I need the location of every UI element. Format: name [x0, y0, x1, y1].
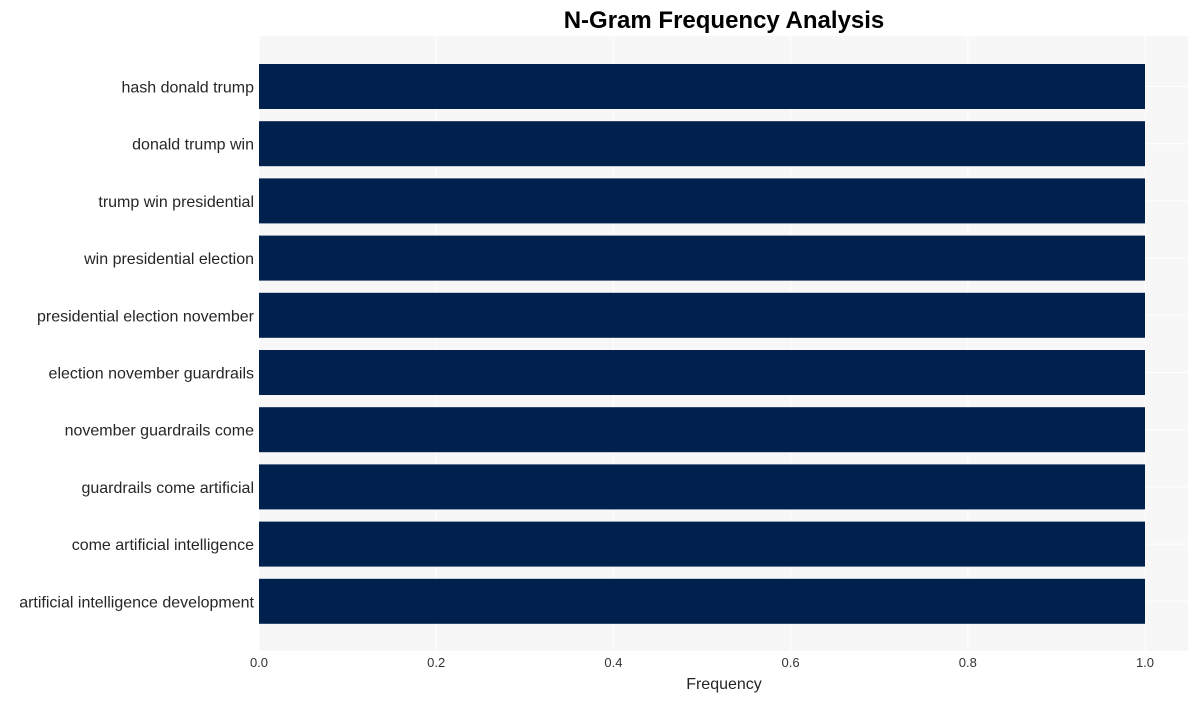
bar-6: [259, 407, 1145, 453]
bar-9: [259, 578, 1145, 624]
x-tick-label-4: 0.8: [959, 655, 977, 670]
bar-2: [259, 178, 1145, 224]
x-axis-label: Frequency: [686, 676, 762, 693]
y-tick-label-4: presidential election november: [37, 308, 255, 325]
y-tick-label-8: come artificial intelligence: [72, 537, 254, 554]
y-tick-label-2: trump win presidential: [98, 194, 254, 211]
bar-8: [259, 521, 1145, 567]
ngram-bar-chart: N-Gram Frequency Analysis hash donald tr…: [19, 7, 1188, 693]
x-tick-label-0: 0.0: [250, 655, 268, 670]
bar-1: [259, 121, 1145, 167]
y-tick-label-7: guardrails come artificial: [81, 480, 254, 497]
bar-5: [259, 350, 1145, 395]
x-tick-label-2: 0.4: [604, 655, 622, 670]
y-tick-label-0: hash donald trump: [121, 80, 254, 97]
y-tick-label-9: artificial intelligence development: [19, 594, 254, 611]
x-tick-labels: 0.0 0.2 0.4 0.6 0.8 1.0: [250, 655, 1154, 670]
y-tick-label-5: election november guardrails: [49, 366, 254, 383]
y-tick-label-1: donald trump win: [132, 137, 254, 154]
x-tick-label-3: 0.6: [782, 655, 800, 670]
chart-title: N-Gram Frequency Analysis: [564, 7, 885, 34]
bar-0: [259, 64, 1145, 109]
y-tick-label-3: win presidential election: [83, 251, 254, 268]
bar-4: [259, 292, 1145, 338]
x-tick-label-1: 0.2: [427, 655, 445, 670]
y-tick-labels: hash donald trump donald trump win trump w…: [19, 80, 254, 612]
y-tick-label-6: november guardrails come: [65, 423, 255, 440]
bar-7: [259, 464, 1145, 510]
bar-3: [259, 235, 1145, 281]
x-tick-label-5: 1.0: [1136, 655, 1154, 670]
